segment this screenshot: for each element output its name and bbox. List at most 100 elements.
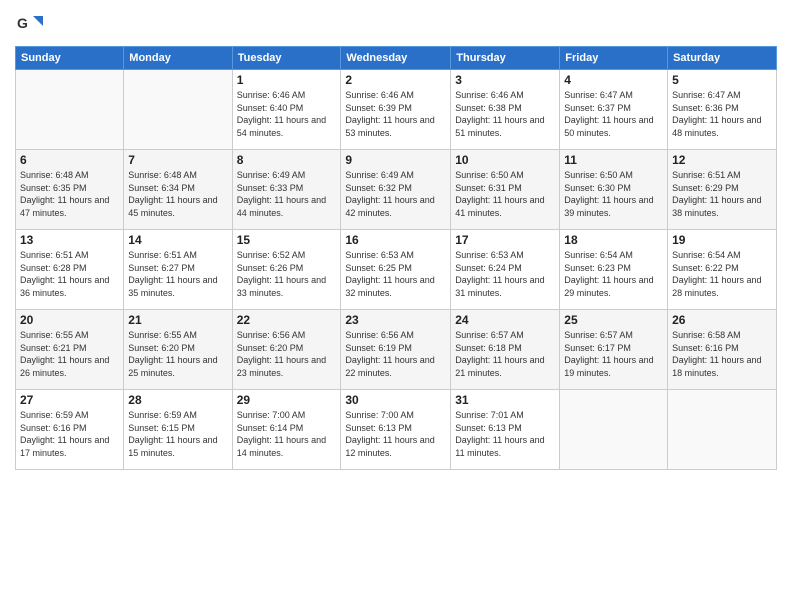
calendar-cell: 27 Sunrise: 6:59 AM Sunset: 6:16 PM Dayli… [16,390,124,470]
day-number: 26 [672,313,772,327]
day-info: Sunrise: 6:51 AM Sunset: 6:28 PM Dayligh… [20,249,119,299]
day-number: 6 [20,153,119,167]
weekday-header-sunday: Sunday [16,47,124,70]
calendar-cell: 24 Sunrise: 6:57 AM Sunset: 6:18 PM Dayli… [451,310,560,390]
day-number: 10 [455,153,555,167]
day-info: Sunrise: 6:46 AM Sunset: 6:39 PM Dayligh… [345,89,446,139]
calendar-cell: 17 Sunrise: 6:53 AM Sunset: 6:24 PM Dayli… [451,230,560,310]
day-number: 16 [345,233,446,247]
day-info: Sunrise: 6:50 AM Sunset: 6:30 PM Dayligh… [564,169,663,219]
day-info: Sunrise: 6:51 AM Sunset: 6:27 PM Dayligh… [128,249,227,299]
calendar-cell [668,390,777,470]
day-number: 3 [455,73,555,87]
calendar-week-row: 6 Sunrise: 6:48 AM Sunset: 6:35 PM Daylig… [16,150,777,230]
day-info: Sunrise: 6:53 AM Sunset: 6:25 PM Dayligh… [345,249,446,299]
day-number: 27 [20,393,119,407]
day-number: 15 [237,233,337,247]
day-info: Sunrise: 7:01 AM Sunset: 6:13 PM Dayligh… [455,409,555,459]
calendar-cell: 28Sunrise: 6:59 AM Sunset: 6:15 PM Dayli… [124,390,232,470]
day-number: 23 [345,313,446,327]
weekday-header-tuesday: Tuesday [232,47,341,70]
calendar-cell: 13 Sunrise: 6:51 AM Sunset: 6:28 PM Dayli… [16,230,124,310]
day-number: 4 [564,73,663,87]
calendar-cell: 23 Sunrise: 6:56 AM Sunset: 6:19 PM Dayli… [341,310,451,390]
day-info: Sunrise: 6:56 AM Sunset: 6:19 PM Dayligh… [345,329,446,379]
header: G [15,10,777,38]
day-number: 2 [345,73,446,87]
weekday-header-friday: Friday [560,47,668,70]
day-info: Sunrise: 6:57 AM Sunset: 6:18 PM Dayligh… [455,329,555,379]
calendar-cell: 4Sunrise: 6:47 AM Sunset: 6:37 PM Daylig… [560,70,668,150]
day-info: Sunrise: 6:55 AM Sunset: 6:21 PM Dayligh… [20,329,119,379]
calendar-cell: 25 Sunrise: 6:57 AM Sunset: 6:17 PM Dayli… [560,310,668,390]
calendar-cell: 30Sunrise: 7:00 AM Sunset: 6:13 PM Dayli… [341,390,451,470]
calendar-cell: 29 Sunrise: 7:00 AM Sunset: 6:14 PM Dayli… [232,390,341,470]
calendar-week-row: 1 Sunrise: 6:46 AM Sunset: 6:40 PM Daylig… [16,70,777,150]
day-number: 1 [237,73,337,87]
day-number: 25 [564,313,663,327]
calendar-cell: 21 Sunrise: 6:55 AM Sunset: 6:20 PM Dayli… [124,310,232,390]
calendar-cell: 1 Sunrise: 6:46 AM Sunset: 6:40 PM Daylig… [232,70,341,150]
day-info: Sunrise: 6:55 AM Sunset: 6:20 PM Dayligh… [128,329,227,379]
day-info: Sunrise: 6:58 AM Sunset: 6:16 PM Dayligh… [672,329,772,379]
day-number: 9 [345,153,446,167]
calendar-cell: 8Sunrise: 6:49 AM Sunset: 6:33 PM Daylig… [232,150,341,230]
calendar-cell: 11Sunrise: 6:50 AM Sunset: 6:30 PM Dayli… [560,150,668,230]
day-number: 20 [20,313,119,327]
calendar-week-row: 27 Sunrise: 6:59 AM Sunset: 6:16 PM Dayli… [16,390,777,470]
calendar-cell: 18Sunrise: 6:54 AM Sunset: 6:23 PM Dayli… [560,230,668,310]
day-number: 22 [237,313,337,327]
day-info: Sunrise: 6:57 AM Sunset: 6:17 PM Dayligh… [564,329,663,379]
day-info: Sunrise: 6:59 AM Sunset: 6:16 PM Dayligh… [20,409,119,459]
weekday-header-monday: Monday [124,47,232,70]
day-info: Sunrise: 6:50 AM Sunset: 6:31 PM Dayligh… [455,169,555,219]
day-number: 12 [672,153,772,167]
day-info: Sunrise: 6:48 AM Sunset: 6:35 PM Dayligh… [20,169,119,219]
calendar-cell: 16 Sunrise: 6:53 AM Sunset: 6:25 PM Dayli… [341,230,451,310]
calendar-cell: 14 Sunrise: 6:51 AM Sunset: 6:27 PM Dayli… [124,230,232,310]
calendar-cell: 19 Sunrise: 6:54 AM Sunset: 6:22 PM Dayli… [668,230,777,310]
day-number: 24 [455,313,555,327]
day-number: 7 [128,153,227,167]
day-info: Sunrise: 6:53 AM Sunset: 6:24 PM Dayligh… [455,249,555,299]
day-number: 28 [128,393,227,407]
logo: G [15,10,47,38]
calendar-cell: 2 Sunrise: 6:46 AM Sunset: 6:39 PM Daylig… [341,70,451,150]
calendar-cell: 3 Sunrise: 6:46 AM Sunset: 6:38 PM Daylig… [451,70,560,150]
day-number: 21 [128,313,227,327]
calendar-cell [124,70,232,150]
logo-icon: G [15,10,43,38]
day-number: 31 [455,393,555,407]
calendar-cell [16,70,124,150]
calendar: SundayMondayTuesdayWednesdayThursdayFrid… [15,46,777,470]
calendar-cell [560,390,668,470]
calendar-week-row: 13 Sunrise: 6:51 AM Sunset: 6:28 PM Dayli… [16,230,777,310]
day-info: Sunrise: 6:56 AM Sunset: 6:20 PM Dayligh… [237,329,337,379]
day-number: 17 [455,233,555,247]
day-info: Sunrise: 6:49 AM Sunset: 6:32 PM Dayligh… [345,169,446,219]
day-info: Sunrise: 7:00 AM Sunset: 6:14 PM Dayligh… [237,409,337,459]
day-info: Sunrise: 6:49 AM Sunset: 6:33 PM Dayligh… [237,169,337,219]
calendar-cell: 6 Sunrise: 6:48 AM Sunset: 6:35 PM Daylig… [16,150,124,230]
day-number: 19 [672,233,772,247]
calendar-cell: 31 Sunrise: 7:01 AM Sunset: 6:13 PM Dayli… [451,390,560,470]
svg-text:G: G [17,15,28,31]
day-info: Sunrise: 6:54 AM Sunset: 6:23 PM Dayligh… [564,249,663,299]
calendar-cell: 5Sunrise: 6:47 AM Sunset: 6:36 PM Daylig… [668,70,777,150]
calendar-cell: 12Sunrise: 6:51 AM Sunset: 6:29 PM Dayli… [668,150,777,230]
day-number: 14 [128,233,227,247]
day-info: Sunrise: 6:47 AM Sunset: 6:36 PM Dayligh… [672,89,772,139]
day-number: 13 [20,233,119,247]
calendar-cell: 20 Sunrise: 6:55 AM Sunset: 6:21 PM Dayli… [16,310,124,390]
calendar-cell: 10 Sunrise: 6:50 AM Sunset: 6:31 PM Dayli… [451,150,560,230]
day-info: Sunrise: 6:46 AM Sunset: 6:38 PM Dayligh… [455,89,555,139]
day-number: 30 [345,393,446,407]
calendar-cell: 15Sunrise: 6:52 AM Sunset: 6:26 PM Dayli… [232,230,341,310]
day-info: Sunrise: 6:46 AM Sunset: 6:40 PM Dayligh… [237,89,337,139]
day-info: Sunrise: 6:48 AM Sunset: 6:34 PM Dayligh… [128,169,227,219]
day-info: Sunrise: 6:54 AM Sunset: 6:22 PM Dayligh… [672,249,772,299]
day-number: 29 [237,393,337,407]
weekday-header-thursday: Thursday [451,47,560,70]
calendar-cell: 7 Sunrise: 6:48 AM Sunset: 6:34 PM Daylig… [124,150,232,230]
weekday-header-wednesday: Wednesday [341,47,451,70]
